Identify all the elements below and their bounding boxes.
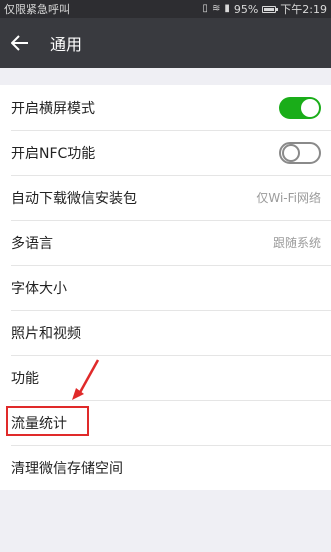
nfc-label: 开启NFC功能 xyxy=(11,145,96,162)
status-bar: 仅限紧急呼叫 ▯ ≋ ▮ 95% 下午2:19 xyxy=(0,0,331,18)
status-icons: ▯ ≋ ▮ 95% 下午2:19 xyxy=(202,1,327,17)
landscape-mode-row[interactable]: 开启横屏模式 xyxy=(0,85,331,130)
landscape-mode-label: 开启横屏模式 xyxy=(11,100,95,117)
photos-videos-row[interactable]: 照片和视频 xyxy=(0,310,331,355)
clock: 下午2:19 xyxy=(280,3,327,16)
toggle-knob xyxy=(301,98,319,117)
battery-icon xyxy=(262,5,279,13)
sim-icon: ▮ xyxy=(224,3,230,14)
storage-cleanup-label: 清理微信存储空间 xyxy=(11,460,123,477)
title-bar: 通用 xyxy=(0,18,331,68)
auto-download-value: 仅Wi-Fi网络 xyxy=(256,191,321,205)
nfc-row[interactable]: 开启NFC功能 xyxy=(0,130,331,175)
features-row[interactable]: 功能 xyxy=(0,355,331,400)
back-arrow-icon[interactable] xyxy=(0,18,42,68)
annotation-highlight-box xyxy=(6,406,89,436)
auto-download-row[interactable]: 自动下载微信安装包 仅Wi-Fi网络 xyxy=(0,175,331,220)
language-row[interactable]: 多语言 跟随系统 xyxy=(0,220,331,265)
font-size-row[interactable]: 字体大小 xyxy=(0,265,331,310)
carrier-text: 仅限紧急呼叫 xyxy=(4,3,70,16)
font-size-label: 字体大小 xyxy=(11,280,67,297)
features-label: 功能 xyxy=(11,370,39,387)
nfc-toggle[interactable] xyxy=(279,141,321,164)
language-label: 多语言 xyxy=(11,235,53,252)
storage-cleanup-row[interactable]: 清理微信存储空间 xyxy=(0,445,331,490)
landscape-mode-toggle[interactable] xyxy=(279,96,321,119)
toggle-knob xyxy=(282,143,300,162)
annotation-arrow-icon xyxy=(72,359,100,400)
page-title: 通用 xyxy=(50,35,83,54)
battery-percent: 95% xyxy=(233,2,259,16)
vibrate-icon: ▯ xyxy=(202,3,208,14)
wifi-icon: ≋ xyxy=(211,3,221,14)
auto-download-label: 自动下载微信安装包 xyxy=(11,190,137,207)
language-value: 跟随系统 xyxy=(272,236,321,250)
photos-videos-label: 照片和视频 xyxy=(11,325,81,342)
